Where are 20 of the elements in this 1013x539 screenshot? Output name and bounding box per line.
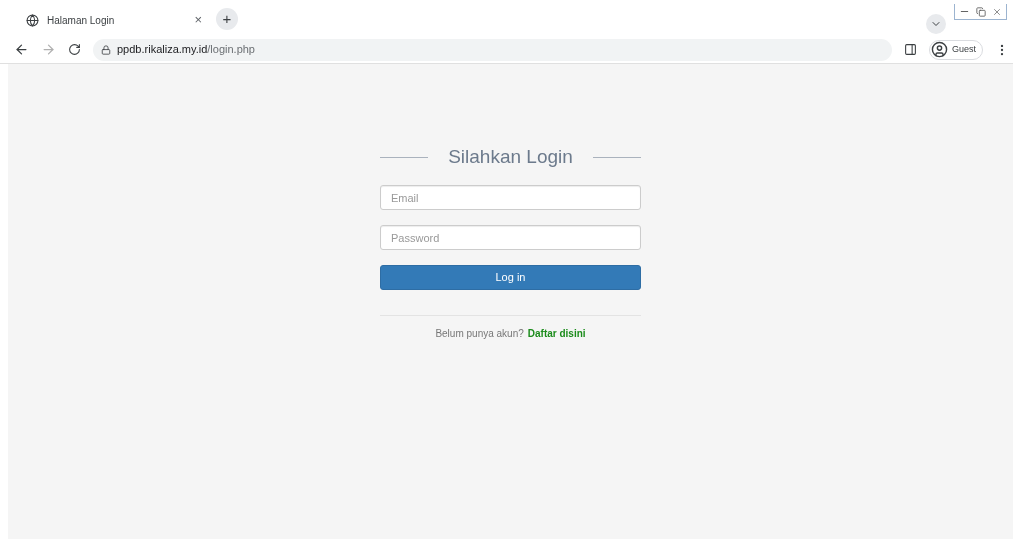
globe-icon [26,13,39,27]
password-field[interactable]: Password [380,225,641,250]
tab-close-button[interactable]: × [194,10,202,30]
register-link[interactable]: Daftar disini [527,326,586,341]
email-field[interactable]: Email [380,185,641,210]
reload-icon[interactable] [68,43,81,56]
restore-icon[interactable] [976,6,986,17]
new-tab-button[interactable]: + [216,8,238,30]
tab-title: Halaman Login [47,13,116,28]
back-icon[interactable] [14,42,29,57]
close-window-icon[interactable] [992,6,1002,17]
side-panel-icon[interactable] [904,43,917,56]
tab-search-button[interactable] [926,14,946,34]
lock-icon [101,44,111,55]
user-icon [931,41,948,58]
address-bar[interactable]: ppdb.rikaliza.my.id/login.php [93,38,892,61]
login-title: Silahkan Login [448,144,573,169]
register-prompt: Belum punya akun? [435,327,524,341]
url-text: ppdb.rikaliza.my.id/login.php [117,42,255,58]
login-button[interactable]: Log in [380,265,641,290]
